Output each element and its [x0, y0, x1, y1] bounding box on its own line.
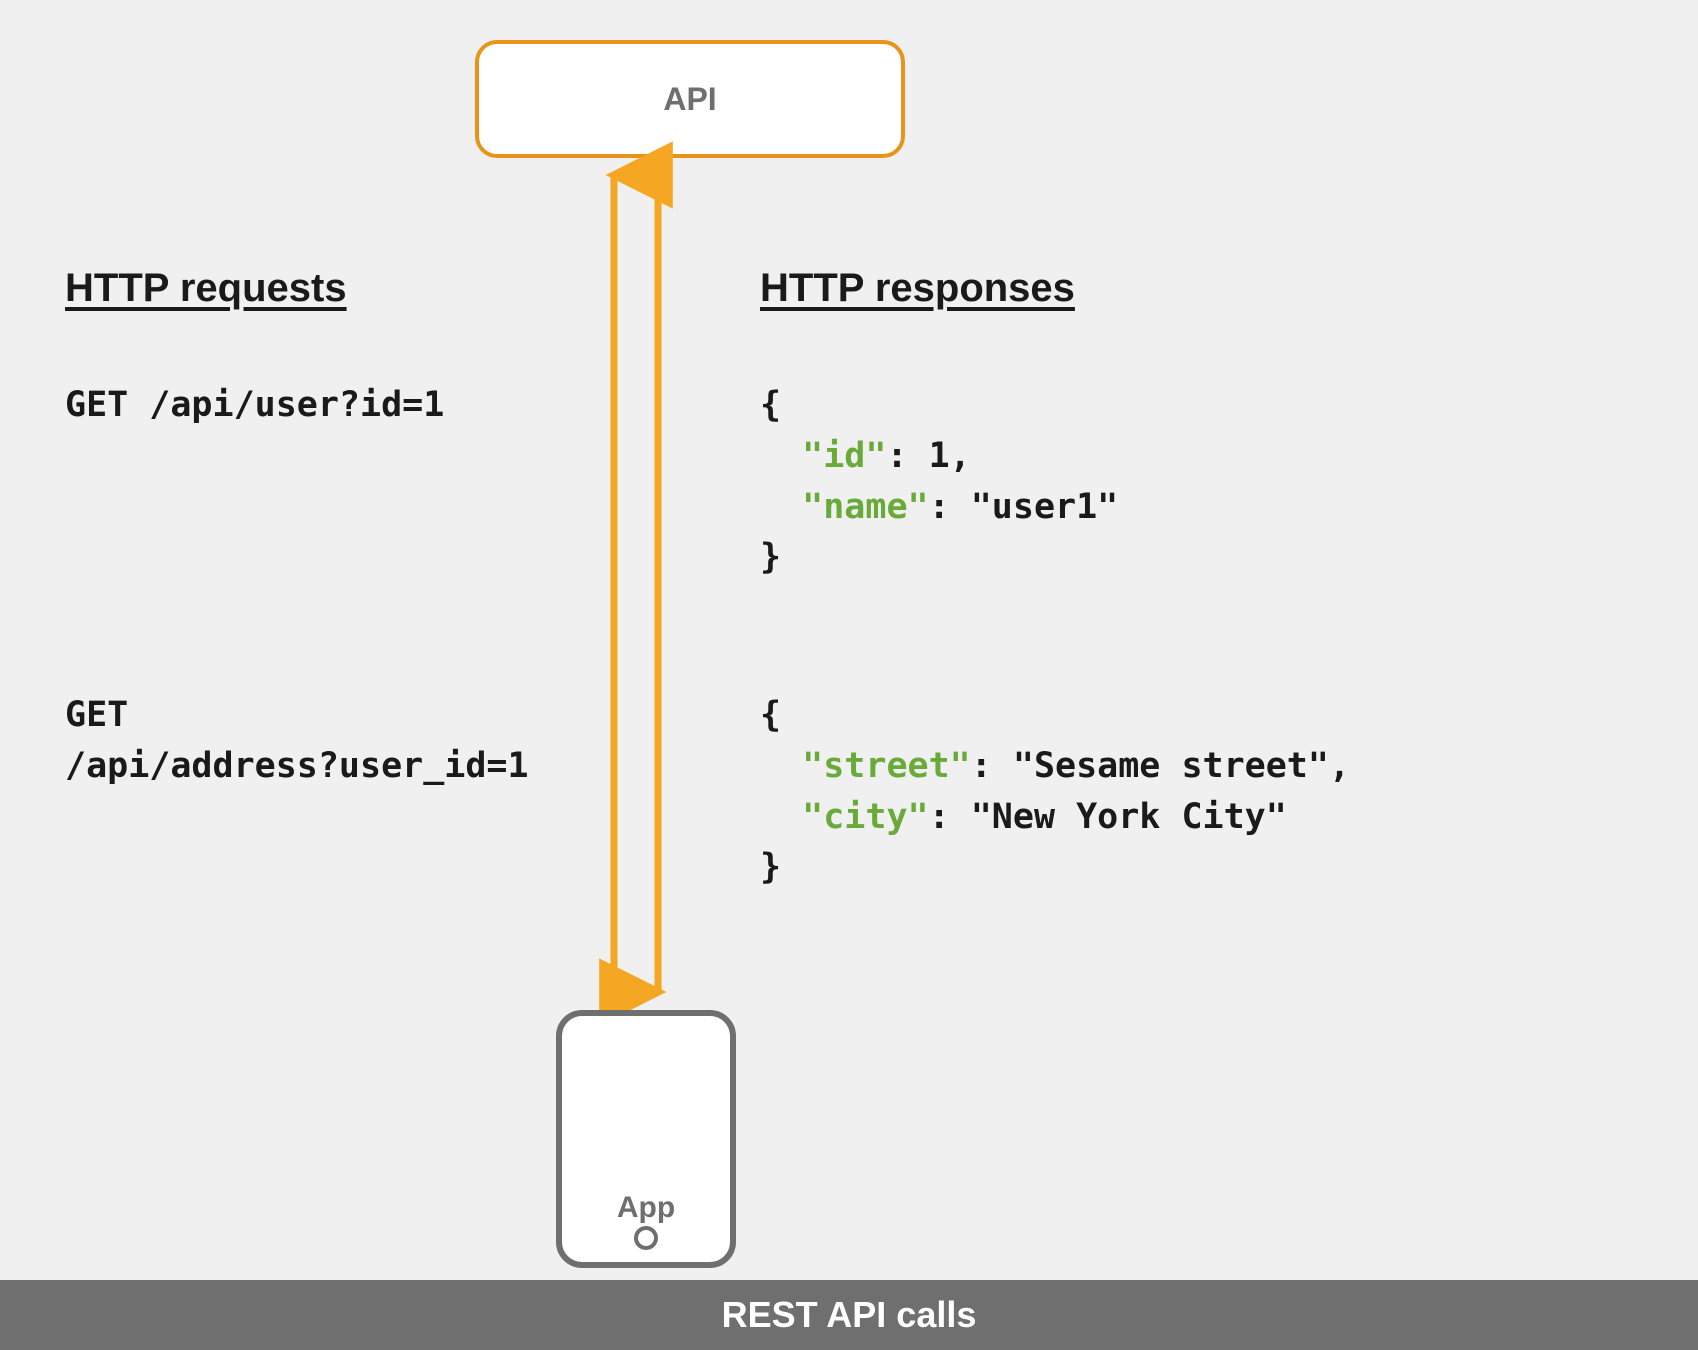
request-1: GET /api/user?id=1: [65, 380, 444, 431]
app-node-label: App: [562, 1191, 730, 1225]
response-2-open: {: [760, 695, 781, 735]
response-1-close: }: [760, 537, 781, 577]
response-1-open: {: [760, 385, 781, 425]
response-1-val-id: : 1,: [886, 436, 970, 476]
response-2-json: { "street": "Sesame street", "city": "Ne…: [760, 690, 1350, 893]
response-1-key-name: "name": [802, 487, 928, 527]
request-2-line2: /api/address?user_id=1: [65, 746, 529, 786]
response-1-key-id: "id": [802, 436, 886, 476]
diagram-canvas: API App HTTP requests HTTP responses GET…: [0, 0, 1698, 1350]
request-response-arrows: [0, 0, 1698, 1350]
response-1-val-name: : "user1": [929, 487, 1119, 527]
app-phone-node: App: [556, 1010, 736, 1268]
diagram-caption-bar: REST API calls: [0, 1280, 1698, 1350]
requests-heading: HTTP requests: [65, 266, 347, 311]
diagram-caption: REST API calls: [722, 1294, 977, 1336]
api-node: API: [475, 40, 905, 158]
response-2-key-street: "street": [802, 746, 971, 786]
response-2-close: }: [760, 847, 781, 887]
response-2-val-city: : "New York City": [929, 797, 1287, 837]
response-2-val-street: : "Sesame street",: [971, 746, 1350, 786]
api-node-label: API: [663, 81, 716, 118]
responses-heading: HTTP responses: [760, 266, 1075, 311]
response-1-json: { "id": 1, "name": "user1" }: [760, 380, 1118, 583]
request-2: GET /api/address?user_id=1: [65, 690, 529, 792]
response-2-key-city: "city": [802, 797, 928, 837]
phone-home-button-icon: [634, 1226, 658, 1250]
request-2-line1: GET: [65, 695, 128, 735]
